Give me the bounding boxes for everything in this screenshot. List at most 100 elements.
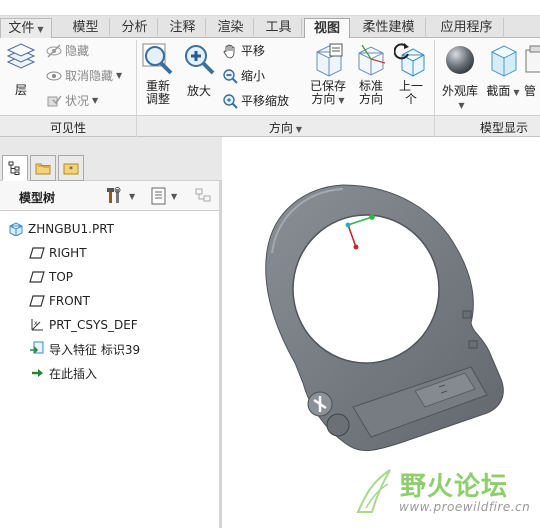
model-tree-title: 模型树: [19, 191, 56, 205]
tab-analysis[interactable]: 分析: [112, 18, 158, 38]
tree-item-right-plane[interactable]: RIGHT: [29, 243, 87, 263]
visibility-group-label: 可见性: [49, 121, 86, 135]
ribbon: 层 隐藏 取消隐藏 ▼ 状况 ▼ 重新 调整 放大 平移 缩小 平移缩放 已保存…: [0, 38, 540, 116]
zoom-out-icon: [223, 69, 238, 84]
zoom-in-icon: [185, 45, 215, 75]
appearance-label: 外观库: [441, 84, 478, 98]
svg-text:*: *: [69, 165, 73, 174]
refit-button[interactable]: 重新 调整: [140, 42, 176, 106]
tree-show-button[interactable]: ▼: [150, 187, 177, 205]
chevron-down-icon: ▼: [295, 125, 303, 134]
pan-button[interactable]: 平移: [222, 42, 265, 60]
tree-item-label: RIGHT: [49, 246, 87, 260]
pan-zoom-label: 平移缩放: [241, 94, 290, 108]
datum-plane-icon: [29, 271, 45, 283]
layers-label: 层: [14, 83, 27, 97]
tree-item-label: 在此插入: [49, 366, 98, 381]
import-feature-icon: [30, 341, 44, 354]
orientation-group-label[interactable]: 方向 ▼: [137, 119, 434, 136]
eye-slash-icon: [46, 44, 62, 58]
group-divider: [434, 40, 435, 116]
appearance-gallery-button[interactable]: 外观库 ▼: [440, 42, 480, 112]
chevron-down-icon: ▼: [458, 101, 465, 110]
zoom-out-label: 缩小: [241, 69, 266, 83]
unhide-button[interactable]: 取消隐藏 ▼: [46, 67, 122, 85]
navigator-tabs: *: [0, 137, 222, 181]
status-icon: [47, 95, 62, 107]
pan-label: 平移: [241, 44, 266, 58]
tab-folder-browser[interactable]: [30, 155, 56, 181]
tree-item-top-plane[interactable]: TOP: [29, 267, 73, 287]
appearance-sphere-icon: [446, 46, 474, 74]
folder-icon: [35, 163, 51, 175]
chevron-down-icon: ▼: [37, 25, 44, 34]
tab-view[interactable]: 视图: [304, 18, 350, 39]
refit-magnifier-icon: [142, 43, 173, 75]
zoom-out-button[interactable]: 缩小: [222, 67, 265, 85]
tab-annotate[interactable]: 注释: [160, 18, 206, 38]
tree-item-import-feature[interactable]: 导入特征 标识39: [29, 339, 140, 359]
list-icon: [151, 187, 166, 205]
tree-settings-button[interactable]: ▼: [106, 187, 135, 205]
datum-plane-icon: [29, 247, 45, 259]
watermark-url: www.proewildfire.cn: [399, 500, 531, 514]
standard-orientation-button[interactable]: 标准 方向: [353, 42, 389, 106]
manage-views-icon: [525, 45, 540, 73]
tree-item-label: 导入特征 标识39: [49, 342, 141, 357]
zoom-in-label: 放大: [186, 84, 211, 98]
eye-icon: [46, 71, 62, 81]
hide-button[interactable]: 隐藏: [46, 42, 89, 60]
tree-item-label: TOP: [49, 270, 74, 284]
chevron-down-icon: ▼: [338, 96, 345, 105]
standard-label-line2: 方向: [358, 92, 383, 106]
group-divider: [434, 116, 435, 137]
tab-model-tree[interactable]: [2, 155, 28, 181]
tab-applications[interactable]: 应用程序: [430, 18, 504, 38]
favorites-icon: *: [63, 163, 79, 175]
tab-tools[interactable]: 工具: [256, 18, 302, 38]
hand-icon: [223, 44, 235, 59]
tab-flexible-modeling[interactable]: 柔性建模: [352, 18, 426, 38]
chevron-down-icon: ▼: [129, 191, 136, 201]
saved-views-label-line2: 方向: [311, 92, 336, 106]
title-strip: [0, 0, 540, 16]
tree-filter-button[interactable]: [194, 187, 214, 208]
tab-render[interactable]: 渲染: [208, 18, 254, 38]
saved-views-label-line1: 已保存: [309, 79, 346, 93]
pan-zoom-button[interactable]: 平移缩放: [222, 92, 289, 110]
zoom-in-button[interactable]: 放大: [181, 42, 217, 98]
ribbon-group-bar: 可见性 方向 ▼ 模型显示: [0, 116, 540, 137]
layers-button[interactable]: 层: [4, 42, 38, 97]
pan-zoom-icon: [223, 94, 238, 109]
tree-item-label: ZHNGBU1.PRT: [28, 222, 115, 236]
previous-view-button[interactable]: 上一 个: [393, 42, 429, 106]
manage-views-button[interactable]: 管: [524, 42, 540, 98]
ribbon-tab-bar: 文件 ▼ 模型 分析 注释 渲染 工具 视图 柔性建模 应用程序: [0, 16, 540, 39]
saved-orientations-button[interactable]: 已保存 方向 ▼: [306, 42, 350, 107]
manage-label: 管: [524, 84, 537, 98]
tab-model[interactable]: 模型: [62, 18, 110, 38]
section-button[interactable]: 截面 ▼: [485, 42, 521, 99]
tree-item-insert-here[interactable]: 在此插入: [29, 363, 97, 383]
chevron-down-icon: ▼: [92, 96, 99, 105]
section-label: 截面: [486, 84, 511, 98]
tree-item-root-part[interactable]: ZHNGBU1.PRT: [8, 219, 114, 239]
tab-file[interactable]: 文件 ▼: [0, 18, 52, 38]
tree-icon: [8, 161, 20, 175]
group-divider: [136, 40, 137, 116]
csys-icon: x: [31, 319, 43, 331]
insert-arrow-icon: [32, 369, 43, 377]
tab-favorites[interactable]: *: [58, 155, 84, 181]
section-icon: [490, 45, 518, 77]
filter-icon: [195, 188, 211, 202]
chevron-down-icon: ▼: [171, 191, 178, 201]
tree-item-csys[interactable]: x PRT_CSYS_DEF: [29, 315, 138, 335]
svg-text:x: x: [34, 320, 38, 327]
tree-item-front-plane[interactable]: FRONT: [29, 291, 90, 311]
part-icon: [9, 222, 23, 236]
tree-item-label: FRONT: [49, 294, 90, 308]
layers-icon: [6, 43, 36, 69]
watermark-text: 野火论坛: [400, 472, 509, 502]
model-tree-panel: 模型树 ▼ ▼ ZHNGBU1.PRT RIGHT TOP FRONT x PR…: [0, 181, 222, 528]
status-button[interactable]: 状况 ▼: [46, 92, 98, 110]
